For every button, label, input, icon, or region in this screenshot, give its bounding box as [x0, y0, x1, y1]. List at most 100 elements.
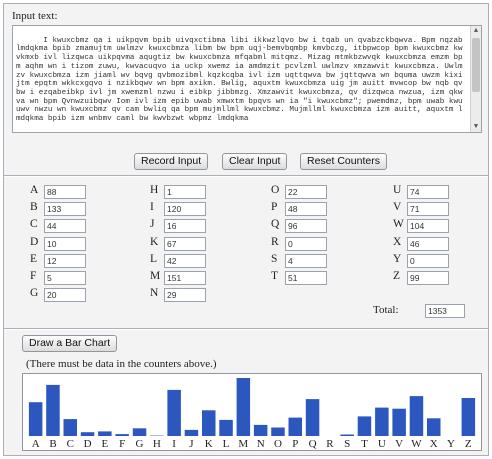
counter-field-x[interactable]: 46 — [407, 236, 449, 251]
counter-field-s[interactable]: 4 — [285, 253, 327, 268]
bar-v — [392, 408, 406, 436]
reset-counters-button[interactable]: Reset Counters — [300, 153, 387, 170]
counter-field-w[interactable]: 104 — [407, 219, 449, 234]
x-tick-label-p: P — [292, 438, 298, 450]
counter-field-i[interactable]: 120 — [164, 202, 206, 217]
clear-input-button[interactable]: Clear Input — [222, 153, 288, 170]
counter-label-h: H — [150, 184, 159, 196]
scroll-down-arrow-icon[interactable]: ▼ — [471, 122, 481, 132]
bar-chart: ABCDEFGHI JKLMNOPQRSTUVWXYZ — [22, 373, 482, 451]
x-tick-label-b: B — [49, 438, 56, 450]
scroll-thumb[interactable] — [472, 38, 480, 92]
counter-label-g: G — [30, 287, 39, 300]
bar-c — [63, 419, 77, 436]
x-tick-label-k: K — [205, 438, 213, 450]
total-field[interactable]: 1353 — [425, 304, 465, 318]
app-frame: Input text: I kwuxcbmz qa i uikpqvm bpib… — [3, 3, 489, 456]
x-tick-label-s: S — [344, 438, 350, 450]
counter-field-v[interactable]: 71 — [407, 202, 449, 217]
counter-label-k: K — [150, 235, 159, 248]
bar-f — [115, 434, 129, 436]
counter-field-h[interactable]: 1 — [164, 185, 206, 199]
counter-field-p[interactable]: 48 — [285, 202, 327, 217]
counter-field-f[interactable]: 5 — [44, 271, 86, 285]
x-tick-label-n: N — [257, 438, 265, 450]
draw-bar-chart-button[interactable]: Draw a Bar Chart — [22, 335, 118, 352]
x-tick-label-q: Q — [309, 438, 317, 450]
counter-field-z[interactable]: 99 — [407, 271, 449, 285]
bar-i — [167, 389, 181, 436]
counter-field-j[interactable]: 16 — [164, 219, 206, 234]
bar-e — [98, 431, 112, 436]
counter-label-l: L — [150, 252, 158, 265]
bar-t — [357, 416, 372, 436]
counter-label-u: U — [393, 184, 402, 196]
x-tick-label-t: T — [361, 438, 368, 450]
counter-label-w: W — [393, 218, 404, 231]
counter-field-k[interactable]: 67 — [164, 236, 206, 251]
counter-field-e[interactable]: 12 — [44, 253, 86, 268]
counter-label-s: S — [271, 252, 278, 265]
counter-field-g[interactable]: 20 — [44, 288, 86, 303]
bar-j — [184, 429, 199, 436]
counter-field-a[interactable]: 88 — [44, 185, 86, 199]
counter-label-y: Y — [393, 252, 402, 265]
counter-label-o: O — [271, 184, 280, 196]
record-input-button[interactable]: Record Input — [134, 153, 209, 170]
counter-label-f: F — [30, 270, 37, 282]
bar-u — [375, 407, 389, 436]
counter-label-p: P — [271, 201, 278, 214]
bar-d — [80, 432, 95, 436]
x-tick-label-c: C — [67, 438, 74, 450]
counter-label-i: I — [150, 201, 154, 214]
x-tick-label-z: Z — [465, 438, 472, 450]
bar-p — [288, 417, 302, 436]
counter-label-e: E — [30, 252, 38, 265]
x-tick-label-l: L — [223, 438, 230, 450]
x-tick-label-a: A — [32, 438, 40, 450]
counter-label-q: Q — [271, 218, 280, 231]
x-tick-label-u: U — [378, 438, 386, 450]
input-text-label: Input text: — [12, 10, 58, 22]
counter-field-q[interactable]: 96 — [285, 219, 327, 234]
counter-label-j: J — [150, 218, 155, 231]
counter-field-r[interactable]: 0 — [285, 236, 327, 251]
counter-field-u[interactable]: 74 — [407, 185, 449, 199]
counter-label-d: D — [30, 235, 39, 248]
input-textarea-content: I kwuxcbmz qa i uikpqvm bpib uivqxctibma… — [16, 36, 468, 124]
x-tick-label-r: R — [326, 438, 334, 450]
counter-label-t: T — [271, 270, 279, 282]
counter-label-b: B — [30, 201, 38, 214]
bar-w — [409, 396, 424, 436]
x-tick-label-v: V — [395, 438, 403, 450]
x-tick-label-i: I — [172, 438, 176, 450]
counter-field-n[interactable]: 29 — [164, 288, 206, 303]
bar-chart-svg: ABCDEFGHI JKLMNOPQRSTUVWXYZ — [28, 378, 476, 450]
x-tick-label-h: H — [153, 438, 161, 450]
counter-field-d[interactable]: 10 — [44, 236, 86, 251]
letter-counters-section: Total: 1353 A 88 B 133 C 44 D 10 E 12 F 5 G 20 H 1 I 120 J… — [4, 177, 488, 329]
counter-field-c[interactable]: 44 — [44, 219, 86, 234]
bar-x — [427, 418, 441, 436]
counter-field-m[interactable]: 151 — [164, 271, 206, 285]
bar-o — [271, 427, 285, 436]
counter-label-m: M — [150, 270, 161, 282]
counter-field-y[interactable]: 0 — [407, 253, 449, 268]
chart-note: (There must be data in the counters abov… — [26, 358, 217, 370]
x-tick-label-w: W — [411, 438, 422, 450]
x-tick-label-j: J — [189, 438, 194, 450]
input-textarea[interactable]: I kwuxcbmz qa i uikpqvm bpib uivqxctibma… — [12, 25, 482, 133]
counter-label-x: X — [393, 235, 402, 248]
x-tick-label-g: G — [136, 438, 144, 450]
x-tick-label-o: O — [274, 438, 282, 450]
counter-field-b[interactable]: 133 — [44, 202, 86, 217]
scroll-up-arrow-icon[interactable]: ▲ — [471, 26, 481, 36]
counter-field-o[interactable]: 22 — [285, 185, 327, 199]
textarea-scrollbar[interactable]: ▲ ▼ — [470, 26, 481, 132]
bar-q — [305, 399, 320, 436]
bar-g — [132, 428, 147, 436]
bar-z — [461, 398, 476, 436]
counter-field-t[interactable]: 51 — [285, 271, 327, 285]
counter-field-l[interactable]: 42 — [164, 253, 206, 268]
x-tick-label-e: E — [102, 438, 109, 450]
